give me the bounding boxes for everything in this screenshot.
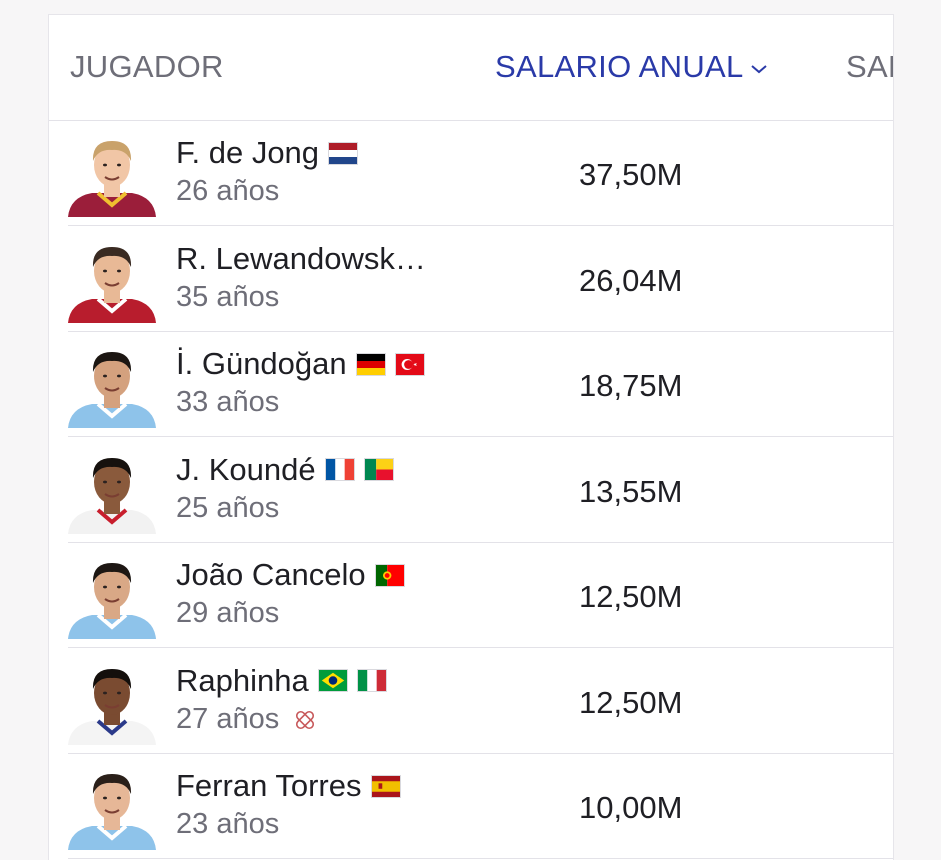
player-age-line: 25 años <box>176 492 279 525</box>
salary-table: JUGADOR SALARIO ANUAL SAL F. de Jong 26 a… <box>48 14 894 860</box>
table-row[interactable]: Raphinha 27 años 12,50M <box>49 649 893 754</box>
player-name[interactable]: João Cancelo <box>176 557 366 593</box>
table-row[interactable]: R. Lewandowsk… 35 años 26,04M <box>49 227 893 332</box>
flag-italy-icon <box>356 669 387 692</box>
table-row[interactable]: J. Koundé 25 años 13,55M <box>49 438 893 543</box>
player-name-line: R. Lewandowsk… <box>176 241 426 277</box>
flag-spain-icon <box>370 774 401 798</box>
flag-portugal-icon <box>374 563 405 587</box>
player-age-line: 23 años <box>176 808 279 841</box>
player-name[interactable]: Raphinha <box>176 663 309 699</box>
row-divider <box>68 858 893 859</box>
flag-benin-icon <box>363 458 394 481</box>
player-age-line: 33 años <box>176 386 279 419</box>
column-header-salary-label: SALARIO ANUAL <box>495 49 744 84</box>
player-avatar <box>68 340 156 428</box>
player-name-line: João Cancelo <box>176 557 405 593</box>
player-age-line: 29 años <box>176 597 279 630</box>
player-age: 25 años <box>176 491 280 524</box>
player-age-line: 35 años <box>176 281 279 314</box>
player-salary: 18,75M <box>579 368 683 403</box>
player-age: 29 años <box>176 597 280 629</box>
column-header-player[interactable]: JUGADOR <box>70 49 224 85</box>
player-avatar <box>68 657 156 745</box>
player-name-line: J. Koundé <box>176 452 394 488</box>
player-age: 35 años <box>176 280 280 313</box>
chevron-down-icon <box>750 65 767 74</box>
player-salary: 13,55M <box>579 473 683 509</box>
flag-germany-icon <box>355 352 386 376</box>
player-name[interactable]: F. de Jong <box>176 135 319 171</box>
player-name[interactable]: J. Koundé <box>176 452 316 488</box>
player-age-line: 27 años <box>176 703 317 736</box>
player-name-line: İ. Gündoğan <box>176 346 425 382</box>
player-age: 33 años <box>176 386 280 418</box>
player-name-line: Raphinha <box>176 663 387 699</box>
player-salary: 12,50M <box>579 684 683 720</box>
player-avatar <box>68 446 156 534</box>
flag-brazil-icon <box>317 669 348 692</box>
player-avatar <box>68 129 156 217</box>
player-age: 23 años <box>176 808 280 840</box>
player-avatar <box>68 762 156 850</box>
player-age: 26 años <box>176 175 280 207</box>
flag-netherlands-icon <box>328 141 359 165</box>
table-row[interactable]: Ferran Torres 23 años 10,00M <box>49 754 893 859</box>
table-header: JUGADOR SALARIO ANUAL SAL <box>49 15 893 121</box>
player-salary: 10,00M <box>579 790 683 825</box>
player-avatar <box>68 551 156 639</box>
player-salary: 26,04M <box>579 262 683 298</box>
player-name[interactable]: İ. Gündoğan <box>176 346 347 382</box>
player-name[interactable]: Ferran Torres <box>176 768 362 804</box>
flag-turkey-icon <box>394 352 425 376</box>
flag-france-icon <box>324 458 355 481</box>
player-age-line: 26 años <box>176 175 279 208</box>
table-row[interactable]: João Cancelo 29 años 12,50M <box>49 543 893 648</box>
player-salary: 37,50M <box>579 157 683 192</box>
player-age: 27 años <box>176 702 280 735</box>
player-name[interactable]: R. Lewandowsk… <box>176 241 426 277</box>
player-name-line: F. de Jong <box>176 135 359 171</box>
table-row[interactable]: F. de Jong 26 años 37,50M <box>49 121 893 226</box>
player-avatar <box>68 235 156 323</box>
player-name-line: Ferran Torres <box>176 768 401 804</box>
column-header-partial[interactable]: SAL <box>846 49 893 85</box>
player-salary: 12,50M <box>579 579 683 614</box>
injury-icon <box>296 710 315 729</box>
column-header-salary[interactable]: SALARIO ANUAL <box>495 49 768 85</box>
table-row[interactable]: İ. Gündoğan 33 años 18,75M <box>49 332 893 437</box>
